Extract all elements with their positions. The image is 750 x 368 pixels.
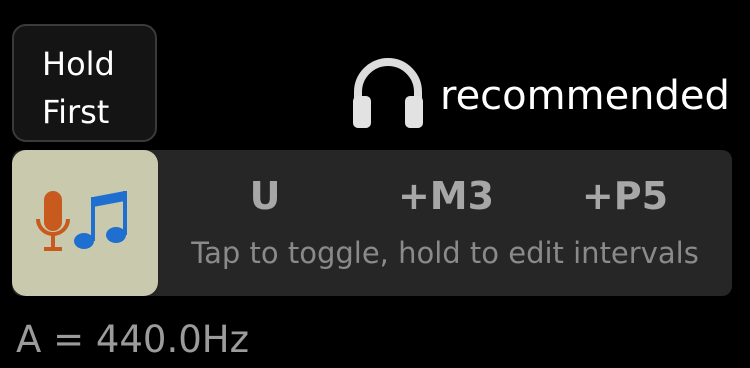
hold-first-button[interactable]: Hold First (12, 24, 157, 142)
interval-hint: Tap to toggle, hold to edit intervals (191, 236, 699, 270)
hold-first-line1: Hold (42, 45, 115, 83)
recommended-label: recommended (440, 73, 730, 119)
reference-frequency[interactable]: A = 440.0Hz (16, 318, 249, 361)
interval-major-third[interactable]: +M3 (398, 174, 494, 218)
interval-list[interactable]: U +M3 +P5 (158, 150, 732, 246)
hold-first-line2: First (42, 93, 110, 131)
interval-perfect-fifth[interactable]: +P5 (582, 174, 668, 218)
mic-music-icon (36, 191, 127, 251)
headphones-recommendation: recommended (350, 58, 730, 134)
mic-button[interactable] (12, 150, 158, 296)
interval-unison[interactable]: U (250, 174, 281, 218)
headphones-icon (350, 56, 426, 136)
interval-panel: U +M3 +P5 Tap to toggle, hold to edit in… (12, 150, 732, 296)
